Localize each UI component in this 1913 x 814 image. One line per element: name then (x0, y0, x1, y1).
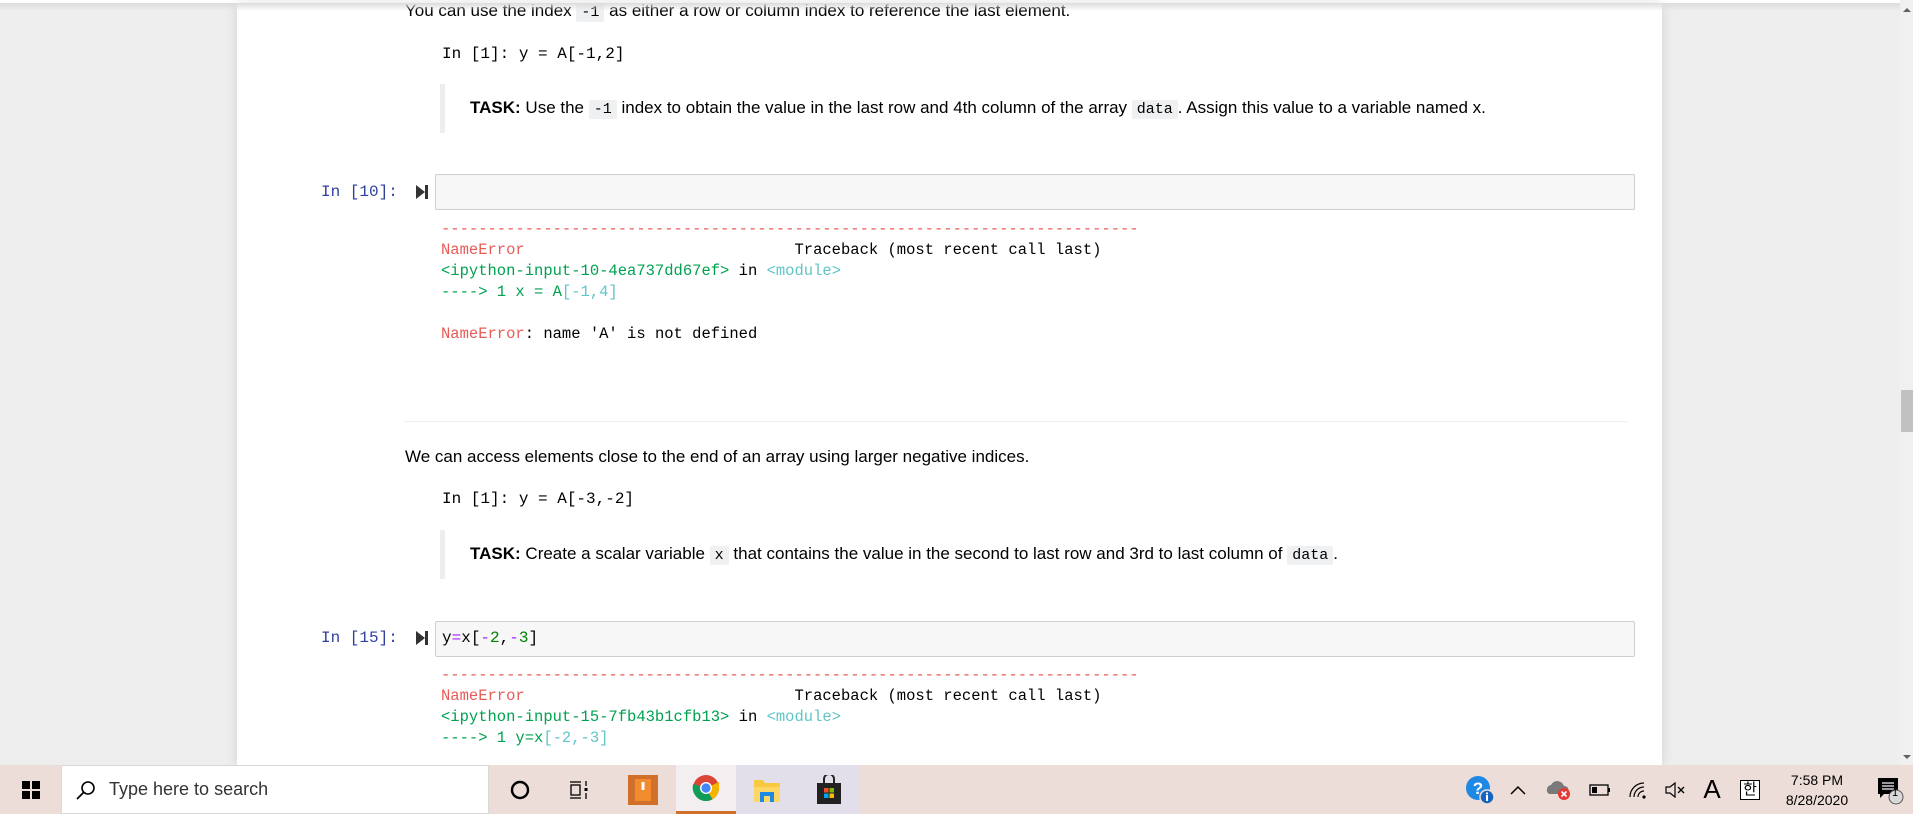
traceback-divider: ----------------------------------------… (441, 666, 1139, 684)
cell-prompt: In [10]: (321, 183, 398, 201)
orange-app-icon (628, 774, 658, 805)
start-button[interactable] (0, 765, 61, 814)
scrollbar-thumb[interactable] (1901, 390, 1913, 432)
markdown-intro-2: We can access elements close to the end … (405, 447, 1030, 466)
show-hidden-icons-button[interactable] (1504, 765, 1532, 814)
volume-muted-icon (1665, 781, 1685, 798)
windows-taskbar: Type here to search ? A 한 7:58 PM 8/28/2… (0, 765, 1913, 814)
chrome-icon (692, 775, 720, 802)
traceback-header: Traceback (most recent call last) (794, 241, 1102, 259)
cell-divider (404, 421, 1627, 422)
scroll-up-arrow-icon[interactable] (1903, 8, 1911, 12)
taskbar-microsoft-store[interactable] (798, 765, 860, 814)
microsoft-store-icon (817, 774, 841, 804)
cortana-circle-icon (510, 780, 530, 799)
chevron-up-icon (1510, 785, 1526, 795)
task-text: that contains the value in the second to… (728, 544, 1288, 563)
traceback-output-2: ----------------------------------------… (441, 665, 1139, 749)
traceback-line: ----> 1 y=x (441, 729, 544, 747)
code-token: - (509, 629, 519, 647)
task-text-1: TASK: Use the -1 index to obtain the val… (470, 98, 1486, 119)
header-shadow (0, 3, 1900, 11)
code-token: - (480, 629, 491, 647)
scroll-down-arrow-icon[interactable] (1903, 755, 1911, 759)
clock[interactable]: 7:58 PM 8/28/2020 (1772, 765, 1862, 814)
traceback-header: Traceback (most recent call last) (794, 687, 1102, 705)
run-cell-icon[interactable] (416, 631, 428, 645)
task-blockquote-2 (440, 530, 445, 579)
windows-logo-icon (21, 780, 40, 799)
cell-prompt: In [15]: (321, 629, 398, 647)
wifi-icon (1629, 781, 1646, 799)
code-token: ] (528, 629, 539, 647)
browser-viewport: You can use the index -1 as either a row… (0, 0, 1900, 765)
input-ref: <ipython-input-10-4ea737dd67ef> (441, 262, 730, 280)
taskbar-file-explorer[interactable] (736, 765, 798, 814)
code-token: = (451, 629, 462, 647)
traceback-divider: ----------------------------------------… (441, 220, 1139, 238)
help-tray-button[interactable]: ? (1462, 765, 1498, 814)
input-ref: <ipython-input-15-7fb43b1cfb13> (441, 708, 730, 726)
code-token: y (442, 629, 452, 647)
task-text: . (1333, 544, 1338, 563)
code-input-cell-10[interactable] (435, 174, 1635, 210)
in-word: in (729, 708, 767, 726)
search-placeholder: Type here to search (109, 779, 269, 799)
final-error-message: : name 'A' is not defined (524, 325, 758, 343)
module-ref: <module> (766, 262, 841, 280)
onedrive-error-icon (1546, 780, 1570, 800)
cortana-button[interactable] (490, 765, 550, 814)
error-name: NameError (441, 687, 525, 705)
task-blockquote-1 (440, 84, 445, 133)
module-ref: <module> (766, 708, 841, 726)
example-code-2: In [1]: y = A[-3,-2] (442, 490, 635, 508)
vertical-scrollbar[interactable] (1900, 0, 1913, 765)
code-token: x[ (461, 629, 481, 647)
notification-icon (1877, 777, 1903, 804)
battery-icon (1589, 783, 1610, 796)
inline-code: data (1131, 100, 1178, 119)
task-text-2: TASK: Create a scalar variable x that co… (470, 544, 1338, 565)
inline-code: data (1287, 546, 1334, 565)
onedrive-tray-button[interactable] (1540, 765, 1576, 814)
traceback-index: [-1,4] (561, 283, 618, 301)
ime-korean-label: 한 (1740, 779, 1760, 800)
inline-code: -1 (588, 100, 617, 119)
error-name: NameError (441, 241, 525, 259)
code-token: 2 (490, 629, 500, 647)
taskbar-search-box[interactable]: Type here to search (61, 765, 489, 814)
file-explorer-icon (754, 779, 780, 802)
traceback-output-1: ----------------------------------------… (441, 219, 1139, 345)
traceback-line: ----> 1 x = A (441, 283, 562, 301)
task-text: Create a scalar variable (520, 544, 710, 563)
taskbar-app-orange[interactable] (613, 765, 673, 814)
search-icon (76, 780, 95, 800)
task-view-button[interactable] (550, 765, 610, 814)
task-text: . Assign this value to a variable named … (1177, 98, 1486, 117)
ime-korean-button[interactable]: 한 (1734, 765, 1766, 814)
volume-tray-button[interactable] (1660, 765, 1692, 814)
network-tray-button[interactable] (1622, 765, 1654, 814)
in-word: in (729, 262, 767, 280)
action-center-button[interactable]: 1 (1866, 765, 1913, 814)
task-view-icon (570, 780, 588, 799)
code-token: , (499, 629, 510, 647)
notification-count-badge: 1 (1892, 787, 1899, 799)
run-cell-icon[interactable] (416, 185, 428, 199)
code-input-cell-15[interactable]: y=x[-2,-3] (435, 621, 1635, 657)
input-mode-indicator[interactable]: A (1696, 765, 1728, 814)
battery-tray-button[interactable] (1584, 765, 1616, 814)
clock-date: 8/28/2020 (1785, 791, 1849, 808)
clock-time: 7:58 PM (1790, 771, 1844, 788)
task-text: index to obtain the value in the last ro… (616, 98, 1132, 117)
inline-code: x (709, 546, 729, 565)
task-label: TASK: (470, 98, 521, 117)
example-code-1: In [1]: y = A[-1,2] (442, 45, 625, 63)
traceback-index: [-2,-3] (543, 729, 609, 747)
task-label: TASK: (470, 544, 521, 563)
taskbar-chrome[interactable] (676, 765, 736, 814)
help-info-icon: ? (1466, 775, 1495, 805)
final-error-name: NameError (441, 325, 525, 343)
task-text: Use the (520, 98, 589, 117)
